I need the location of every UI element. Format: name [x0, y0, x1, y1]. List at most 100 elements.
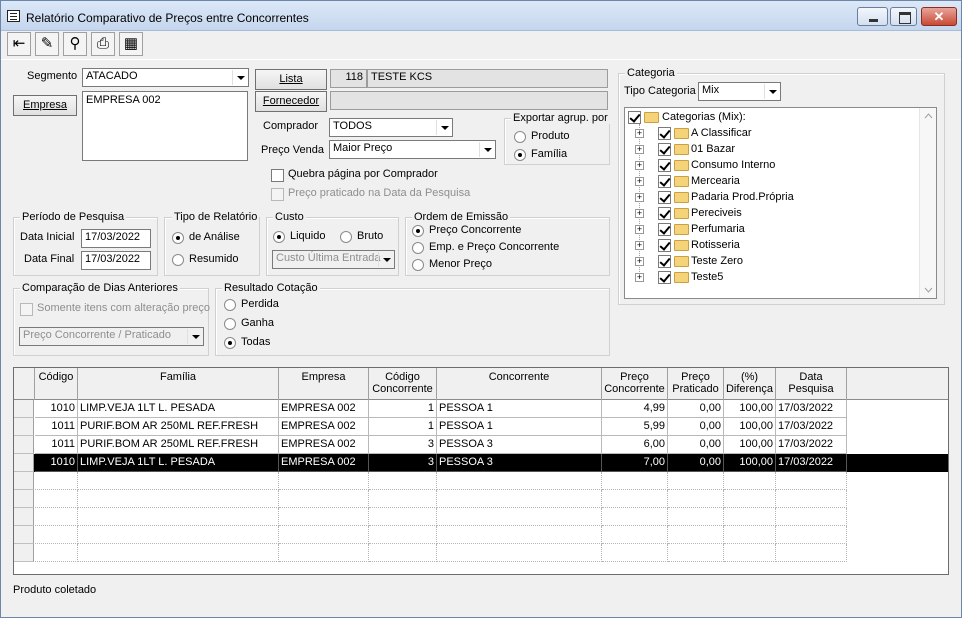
tree-item-checkbox[interactable]: [658, 159, 671, 172]
tree-item-checkbox[interactable]: [658, 191, 671, 204]
tree-item[interactable]: + Teste5: [625, 270, 915, 286]
cell-diferenca[interactable]: 100,00: [724, 400, 776, 418]
tree-item[interactable]: + Padaria Prod.Própria: [625, 190, 915, 206]
row-indicator[interactable]: [14, 418, 34, 436]
expand-icon[interactable]: +: [635, 193, 644, 202]
cell-familia[interactable]: LIMP.VEJA 1LT L. PESADA: [78, 454, 279, 472]
cell-concorrente[interactable]: PESSOA 1: [437, 400, 602, 418]
cell-codigo-concorrente[interactable]: 1: [369, 418, 437, 436]
header-familia[interactable]: Família: [78, 368, 279, 400]
exportar-familia-radio[interactable]: [514, 149, 526, 161]
tree-item[interactable]: + Rotisseria: [625, 238, 915, 254]
row-indicator[interactable]: [14, 526, 34, 544]
tree-item[interactable]: + Consumo Interno: [625, 158, 915, 174]
tree-item[interactable]: + A Classificar: [625, 126, 915, 142]
tree-item-checkbox[interactable]: [658, 143, 671, 156]
exit-icon[interactable]: ⇤: [7, 32, 31, 56]
cell-preco-concorrente[interactable]: 6,00: [602, 436, 668, 454]
cell-empresa[interactable]: EMPRESA 002: [279, 400, 369, 418]
categoria-tree[interactable]: Categorias (Mix): + A Classificar + 01 B…: [624, 107, 937, 299]
cell-codigo-concorrente[interactable]: 3: [369, 454, 437, 472]
expand-icon[interactable]: +: [635, 177, 644, 186]
tree-item[interactable]: + Teste Zero: [625, 254, 915, 270]
cell-empresa[interactable]: EMPRESA 002: [279, 436, 369, 454]
custo-liquido-radio[interactable]: [273, 231, 285, 243]
table-row[interactable]: 1011 PURIF.BOM AR 250ML REF.FRESH EMPRESA …: [14, 418, 948, 436]
row-indicator[interactable]: [14, 472, 34, 490]
expand-icon[interactable]: +: [635, 225, 644, 234]
tree-item-checkbox[interactable]: [658, 255, 671, 268]
tipo-analise-radio[interactable]: [172, 232, 184, 244]
cell-familia[interactable]: PURIF.BOM AR 250ML REF.FRESH: [78, 436, 279, 454]
table-row[interactable]: 1010 LIMP.VEJA 1LT L. PESADA EMPRESA 002 3 P…: [14, 454, 948, 472]
cell-codigo[interactable]: 1011: [35, 436, 78, 454]
resultado-todas-radio[interactable]: [224, 337, 236, 349]
tree-item-checkbox[interactable]: [658, 207, 671, 220]
cell-preco-concorrente[interactable]: 4,99: [602, 400, 668, 418]
row-indicator[interactable]: [14, 544, 34, 562]
empresa-button[interactable]: Empresa: [13, 95, 77, 116]
binoculars-icon[interactable]: ⚲: [63, 32, 87, 56]
row-indicator[interactable]: [14, 508, 34, 526]
tree-item[interactable]: + Pereciveis: [625, 206, 915, 222]
cell-codigo[interactable]: 1010: [35, 400, 78, 418]
cell-codigo-concorrente[interactable]: 3: [369, 436, 437, 454]
cell-preco-concorrente[interactable]: 5,99: [602, 418, 668, 436]
cell-concorrente[interactable]: PESSOA 3: [437, 454, 602, 472]
results-grid[interactable]: Código Família Empresa Código Concorrent…: [13, 367, 949, 575]
maximize-button[interactable]: [890, 7, 917, 26]
cell-codigo-concorrente[interactable]: 1: [369, 400, 437, 418]
segmento-select[interactable]: ATACADO: [82, 68, 249, 87]
empresa-list-item[interactable]: EMPRESA 002: [86, 94, 161, 106]
ordem-preco-radio[interactable]: [412, 225, 424, 237]
row-indicator[interactable]: [14, 400, 34, 418]
row-indicator[interactable]: [14, 490, 34, 508]
cell-preco-praticado[interactable]: 0,00: [668, 454, 724, 472]
ordem-menor-radio[interactable]: [412, 259, 424, 271]
tree-item-checkbox[interactable]: [658, 271, 671, 284]
expand-icon[interactable]: +: [635, 241, 644, 250]
cell-empresa[interactable]: EMPRESA 002: [279, 418, 369, 436]
cell-preco-praticado[interactable]: 0,00: [668, 418, 724, 436]
resultado-perdida-radio[interactable]: [224, 299, 236, 311]
lista-button[interactable]: Lista: [255, 69, 327, 90]
cell-diferenca[interactable]: 100,00: [724, 418, 776, 436]
row-indicator[interactable]: [14, 436, 34, 454]
table-row[interactable]: 1010 LIMP.VEJA 1LT L. PESADA EMPRESA 002 1 P…: [14, 400, 948, 418]
tree-item[interactable]: + Perfumaria: [625, 222, 915, 238]
expand-icon[interactable]: +: [635, 145, 644, 154]
cell-preco-concorrente[interactable]: 7,00: [602, 454, 668, 472]
row-indicator[interactable]: [14, 454, 34, 472]
minimize-button[interactable]: [857, 7, 888, 26]
exportar-produto-radio[interactable]: [514, 131, 526, 143]
tipo-categoria-select[interactable]: Mix: [698, 82, 781, 101]
cell-concorrente[interactable]: PESSOA 1: [437, 418, 602, 436]
eraser-icon[interactable]: ✎: [35, 32, 59, 56]
header-data-pesquisa[interactable]: Data Pesquisa: [776, 368, 847, 400]
header-preco-concorrente[interactable]: Preço Concorrente: [602, 368, 668, 400]
header-empresa[interactable]: Empresa: [279, 368, 369, 400]
cell-familia[interactable]: LIMP.VEJA 1LT L. PESADA: [78, 400, 279, 418]
header-codigo[interactable]: Código: [35, 368, 78, 400]
resultado-ganha-radio[interactable]: [224, 318, 236, 330]
printer-icon[interactable]: ⎙: [91, 32, 115, 56]
fornecedor-button[interactable]: Fornecedor: [255, 91, 327, 112]
cell-diferenca[interactable]: 100,00: [724, 436, 776, 454]
expand-icon[interactable]: +: [635, 161, 644, 170]
cell-data-pesquisa[interactable]: 17/03/2022: [776, 454, 847, 472]
empresa-list[interactable]: EMPRESA 002: [82, 91, 248, 161]
tree-item-checkbox[interactable]: [658, 239, 671, 252]
tree-item-checkbox[interactable]: [658, 127, 671, 140]
ordem-emp-radio[interactable]: [412, 242, 424, 254]
tree-root-checkbox[interactable]: [628, 111, 641, 124]
export-grid-icon[interactable]: ▦: [119, 32, 143, 56]
cell-concorrente[interactable]: PESSOA 3: [437, 436, 602, 454]
custo-bruto-radio[interactable]: [340, 231, 352, 243]
cell-preco-praticado[interactable]: 0,00: [668, 436, 724, 454]
tree-scrollbar[interactable]: [919, 108, 936, 298]
comprador-select[interactable]: TODOS: [329, 118, 453, 137]
preco-venda-select[interactable]: Maior Preço: [329, 140, 496, 159]
close-button[interactable]: ✕: [921, 7, 957, 26]
expand-icon[interactable]: +: [635, 257, 644, 266]
data-inicial-input[interactable]: 17/03/2022: [81, 229, 151, 248]
